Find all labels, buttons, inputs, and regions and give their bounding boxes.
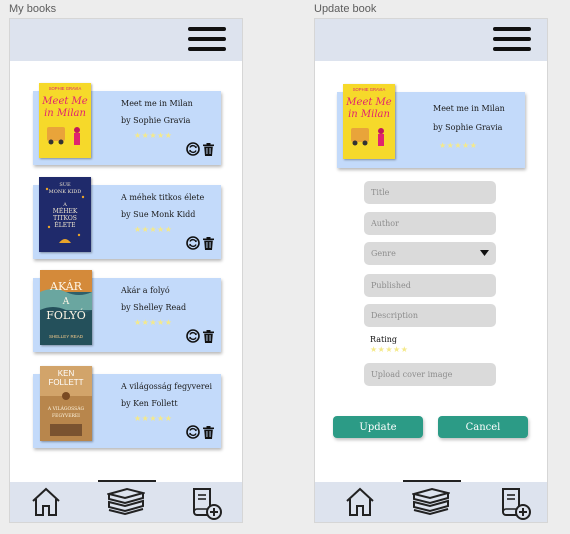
book-title: Akár a folyó — [121, 286, 170, 295]
book-title: Meet me in Milan — [433, 104, 505, 113]
rating-stars: ★★★★★ — [134, 131, 173, 140]
book-author: by Shelley Read — [121, 303, 187, 312]
rating-input-stars[interactable]: ★★★★★ — [370, 345, 408, 354]
frame-label-my-books: My books — [9, 3, 57, 15]
cover-text: SOPHIE GRAVIA — [353, 87, 386, 92]
cover-text: FOLLETT — [48, 378, 83, 387]
add-book-icon[interactable] — [499, 486, 533, 522]
cover-text: in Milan — [348, 109, 390, 120]
book-cover-a-mehek-titkos-elete: SUE MONK KIDD A MÉHEK TITKOS ÉLETE — [39, 177, 91, 252]
book-author: by Sophie Gravia — [433, 123, 503, 132]
rating-label: Rating — [370, 335, 398, 344]
cover-text: MÉHEK — [53, 207, 78, 215]
trash-icon[interactable] — [203, 424, 214, 443]
active-tab-indicator — [403, 480, 461, 482]
book-title: A méhek titkos élete — [121, 193, 205, 202]
upload-cover-input[interactable] — [364, 363, 496, 386]
genre-select[interactable]: Genre — [364, 242, 496, 265]
book-cover-meet-me-in-milan: SOPHIE GRAVIA Meet Me in Milan — [343, 84, 395, 159]
rating-stars: ★★★★★ — [134, 318, 173, 327]
hamburger-menu-icon[interactable] — [493, 25, 531, 53]
rating-stars: ★★★★★ — [439, 141, 478, 150]
trash-icon[interactable] — [203, 235, 214, 254]
rating-stars: ★★★★★ — [134, 414, 173, 423]
cover-text: A — [62, 297, 70, 307]
book-card[interactable]: KEN FOLLETT A VILÁGOSSÁG FEGYVEREI A vil… — [33, 366, 221, 448]
home-icon[interactable] — [344, 486, 376, 522]
books-stack-icon[interactable] — [410, 486, 452, 522]
book-card[interactable]: SOPHIE GRAVIA Meet Me in Milan Meet me i… — [33, 83, 221, 165]
book-card[interactable]: AKÁR A FOLYÓ SHELLEY READ Akár a folyó b… — [33, 270, 221, 352]
cover-text: SOPHIE GRAVIA — [49, 86, 82, 91]
cover-text: in Milan — [44, 108, 86, 119]
top-bar — [10, 19, 242, 61]
book-author: by Ken Follett — [121, 399, 178, 408]
update-book-screen: SOPHIE GRAVIA Meet Me in Milan Meet me i… — [314, 18, 548, 523]
cover-text: A VILÁGOSSÁG — [47, 405, 85, 412]
book-title: A világosság fegyverei — [121, 382, 213, 391]
cover-text: SHELLEY READ — [49, 334, 84, 339]
books-stack-icon[interactable] — [105, 486, 147, 522]
refresh-edit-icon[interactable] — [186, 328, 200, 347]
author-input[interactable] — [364, 212, 496, 235]
book-title: Meet me in Milan — [121, 99, 193, 108]
chevron-down-icon — [480, 249, 489, 258]
home-icon[interactable] — [30, 486, 62, 522]
book-card[interactable]: SUE MONK KIDD A MÉHEK TITKOS ÉLETE A méh… — [33, 177, 221, 259]
cover-text: MONK KIDD — [49, 189, 82, 195]
book-author: by Sue Monk Kidd — [121, 210, 196, 219]
cover-text: AKÁR — [49, 279, 83, 293]
cover-text: KEN — [58, 369, 75, 378]
cover-text: SUE — [59, 182, 71, 188]
selected-book-card: SOPHIE GRAVIA Meet Me in Milan Meet me i… — [337, 84, 525, 168]
trash-icon[interactable] — [203, 141, 214, 160]
refresh-edit-icon[interactable] — [186, 235, 200, 254]
hamburger-menu-icon[interactable] — [188, 25, 226, 53]
book-author: by Sophie Gravia — [121, 116, 191, 125]
add-book-icon[interactable] — [190, 486, 224, 522]
refresh-edit-icon[interactable] — [186, 141, 200, 160]
cover-text: FEGYVEREI — [52, 413, 80, 419]
description-input[interactable] — [364, 304, 496, 327]
book-cover-meet-me-in-milan: SOPHIE GRAVIA Meet Me in Milan — [39, 83, 91, 158]
cover-text: Meet Me — [345, 97, 392, 108]
top-bar — [315, 19, 547, 61]
update-button[interactable]: Update — [333, 416, 423, 438]
bottom-nav — [10, 480, 242, 522]
trash-icon[interactable] — [203, 328, 214, 347]
refresh-edit-icon[interactable] — [186, 424, 200, 443]
bottom-nav — [315, 480, 547, 522]
book-cover-a-vilagossag-fegyverei: KEN FOLLETT A VILÁGOSSÁG FEGYVEREI — [40, 366, 92, 441]
active-tab-indicator — [98, 480, 156, 482]
cover-text: FOLYÓ — [46, 308, 86, 322]
book-cover-akar-a-folyo: AKÁR A FOLYÓ SHELLEY READ — [40, 270, 92, 345]
cancel-button[interactable]: Cancel — [438, 416, 528, 438]
genre-select-label: Genre — [371, 249, 396, 258]
title-input[interactable] — [364, 181, 496, 204]
rating-stars: ★★★★★ — [134, 225, 173, 234]
frame-label-update-book: Update book — [314, 3, 377, 15]
cover-text: TITKOS — [53, 215, 77, 222]
cover-text: ÉLETE — [54, 221, 75, 229]
published-input[interactable] — [364, 274, 496, 297]
cover-text: Meet Me — [41, 96, 88, 107]
my-books-screen: SOPHIE GRAVIA Meet Me in Milan Meet me i… — [9, 18, 243, 523]
